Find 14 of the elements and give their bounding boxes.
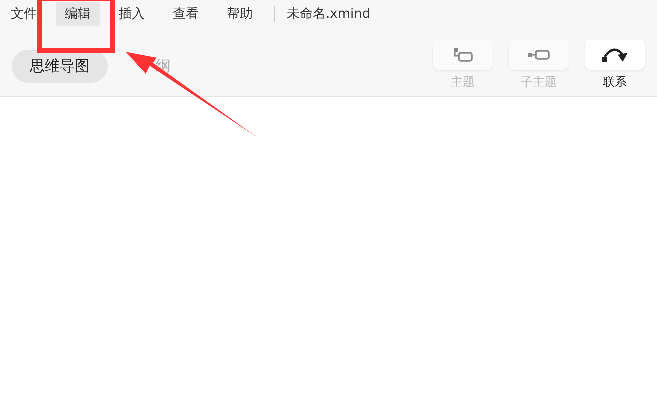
curved-arrow-icon [601, 46, 629, 62]
menu-item[interactable]: 插入 [110, 2, 154, 26]
menu-item[interactable]: 查看 [164, 2, 208, 26]
tool-label: 主题 [451, 74, 475, 90]
subtopic-icon [527, 48, 551, 60]
menu-item[interactable]: 帮助 [218, 2, 262, 26]
menu-item[interactable]: 文件 [2, 2, 46, 26]
tool-label: 子主题 [521, 74, 557, 90]
document-title: 未命名.xmind [287, 6, 371, 23]
relationship-button[interactable] [585, 40, 645, 70]
topic-icon [452, 46, 474, 62]
menu-item[interactable]: 编辑 [56, 2, 100, 26]
view-tab[interactable]: 思维导图 [12, 50, 108, 82]
tool-label: 联系 [603, 74, 627, 90]
